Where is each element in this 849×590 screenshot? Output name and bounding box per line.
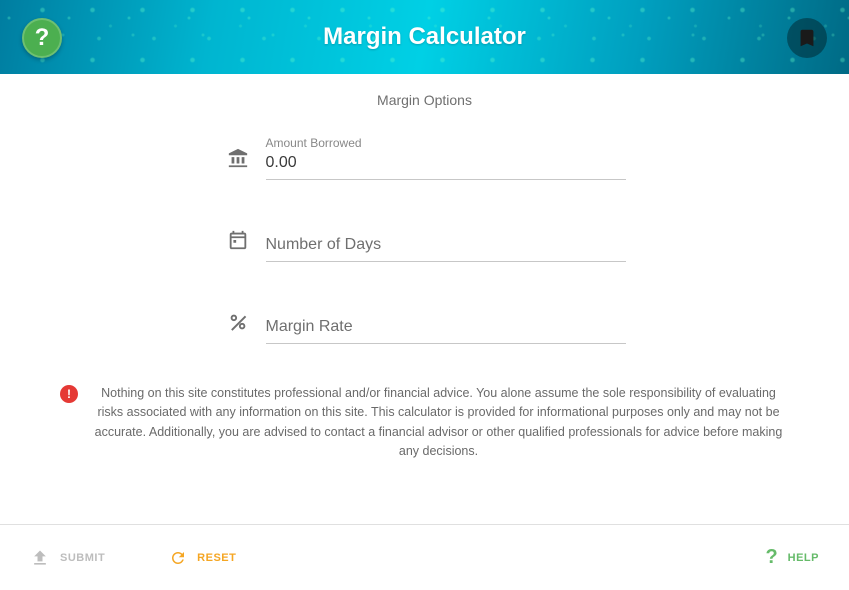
help-footer-button[interactable]: ? HELP [753,538,831,577]
refresh-icon [169,549,187,567]
form-area: Amount Borrowed [0,144,849,390]
amount-input[interactable] [266,149,626,180]
field-row-rate [224,308,626,344]
footer: SUBMIT RESET ? HELP [0,524,849,590]
submit-label: SUBMIT [60,552,105,564]
warning-icon: ! [60,385,78,403]
field-row-amount: Amount Borrowed [224,144,626,180]
disclaimer-text: Nothing on this site constitutes profess… [88,384,789,462]
help-icon: ? [35,24,50,52]
submit-button[interactable]: SUBMIT [18,540,117,576]
days-field-wrap [266,231,626,262]
bookmark-icon [796,27,818,49]
content-area: Margin Options Amount Borrowed [0,74,849,524]
days-input[interactable] [266,231,626,262]
amount-field-wrap: Amount Borrowed [266,149,626,180]
disclaimer: ! Nothing on this site constitutes profe… [0,384,849,462]
reset-label: RESET [197,552,236,564]
calendar-icon [224,226,252,254]
amount-label: Amount Borrowed [266,136,362,150]
rate-input[interactable] [266,313,626,344]
page-title: Margin Calculator [323,23,526,51]
help-footer-label: HELP [788,552,819,564]
bank-icon [224,144,252,172]
upload-icon [30,548,50,568]
help-button[interactable]: ? [22,18,62,58]
reset-button[interactable]: RESET [157,541,248,575]
subtitle: Margin Options [377,92,472,108]
percent-icon [224,308,252,336]
header: ? Margin Calculator [0,0,849,74]
bookmark-button[interactable] [787,18,827,58]
rate-field-wrap [266,313,626,344]
help-footer-icon: ? [765,546,777,569]
field-row-days [224,226,626,262]
